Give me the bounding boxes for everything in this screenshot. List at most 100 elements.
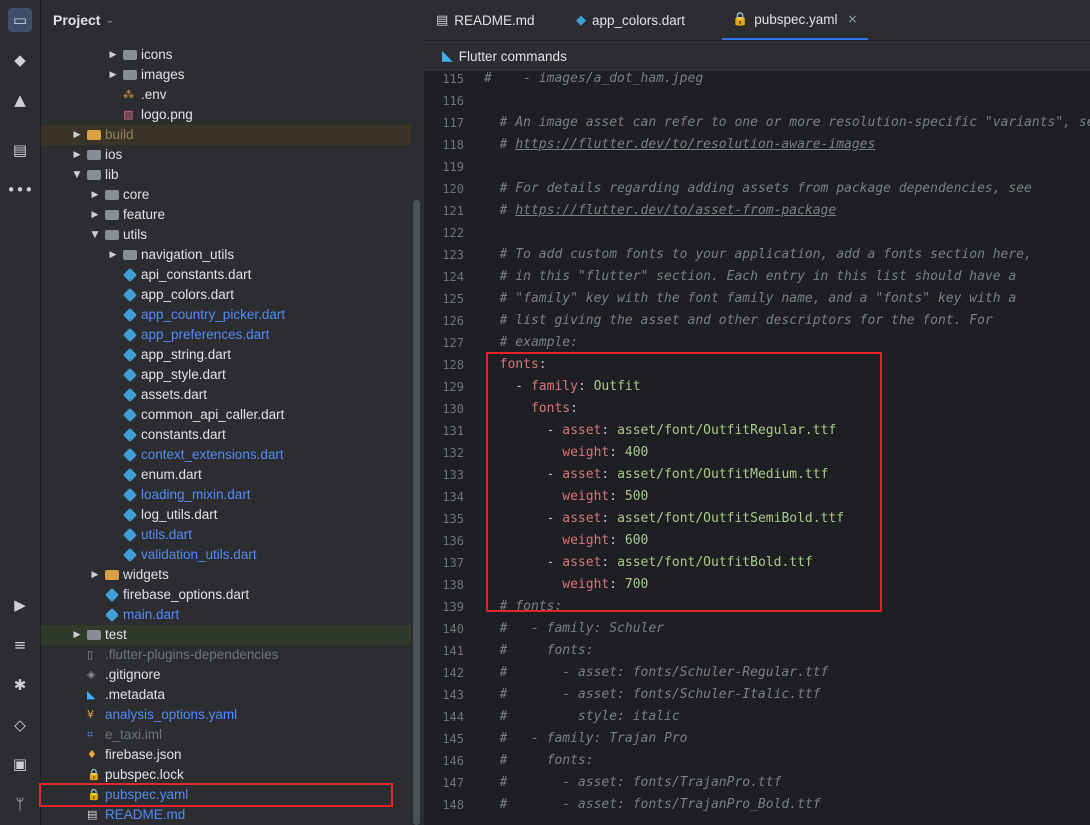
tree-item[interactable]: ▶ icons (41, 45, 411, 65)
tree-item-label: context_extensions.dart (141, 447, 284, 462)
tree-item[interactable]: log_utils.dart (41, 505, 411, 525)
run-icon[interactable]: ▶ (8, 593, 32, 617)
tree-item[interactable]: ▶ feature (41, 205, 411, 225)
code-line: # - family: Schuler (484, 618, 1090, 640)
flutter-commands-bar[interactable]: ◣ Flutter commands (424, 41, 1090, 71)
tab-readme-md[interactable]: ▤ README.md (436, 0, 535, 40)
tree-item[interactable]: app_string.dart (41, 345, 411, 365)
tree-item[interactable]: loading_mixin.dart (41, 485, 411, 505)
code-line: # To add custom fonts to your applicatio… (484, 244, 1090, 266)
chevron-right-icon[interactable]: ▶ (89, 205, 101, 225)
tree-item[interactable]: ▶ ios (41, 145, 411, 165)
chevron-down-icon[interactable]: ▼ (89, 225, 101, 245)
line-number: 128 (442, 358, 464, 372)
tab-label: README.md (454, 12, 535, 28)
tree-item-label: app_colors.dart (141, 287, 235, 302)
tab-app-colors-dart[interactable]: ◆ app_colors.dart (576, 0, 685, 40)
code-token: # in this "flutter" section. Each entry … (484, 269, 1017, 284)
project-panel: Project ⌄ ▶ icons ▶ images ⁂ .env ▨ logo.png ▶ bu… (41, 0, 423, 825)
chevron-right-icon[interactable]: ▶ (89, 185, 101, 205)
tree-item[interactable]: api_constants.dart (41, 265, 411, 285)
tree-item[interactable]: app_style.dart (41, 365, 411, 385)
gem-icon[interactable]: ◇ (8, 713, 32, 737)
tree-item[interactable]: ¥ analysis_options.yaml (41, 705, 411, 725)
tree-item[interactable]: app_preferences.dart (41, 325, 411, 345)
tree-item[interactable]: firebase_options.dart (41, 585, 411, 605)
chevron-right-icon[interactable]: ▶ (107, 45, 119, 65)
tree-item[interactable]: ▯ .flutter-plugins-dependencies (41, 645, 411, 665)
chevron-right-icon[interactable]: ▶ (107, 65, 119, 85)
tree-item[interactable]: context_extensions.dart (41, 445, 411, 465)
tree-item[interactable]: ◣ .metadata (41, 685, 411, 705)
project-header[interactable]: Project ⌄ (41, 0, 423, 40)
tree-item[interactable]: ▶ build (41, 125, 411, 145)
tree-item[interactable]: ▶ widgets (41, 565, 411, 585)
chevron-right-icon[interactable]: ▶ (89, 565, 101, 585)
editor-tabs: ▤ README.md ◆ app_colors.dart 🔒 pubspec.yaml × (424, 0, 1090, 41)
tree-item[interactable]: ⌗ e_taxi.iml (41, 725, 411, 745)
line-number: 141 (442, 644, 464, 658)
chevron-right-icon[interactable]: ▶ (71, 625, 83, 645)
tree-item[interactable]: utils.dart (41, 525, 411, 545)
close-icon[interactable]: × (847, 12, 857, 26)
folder-icon (123, 250, 137, 260)
chevron-right-icon[interactable]: ▶ (107, 245, 119, 265)
tree-item[interactable]: ▶ navigation_utils (41, 245, 411, 265)
tree-item[interactable]: assets.dart (41, 385, 411, 405)
line-number: 136 (442, 534, 464, 548)
tree-item[interactable]: ♦ firebase.json (41, 745, 411, 765)
chevron-down-icon[interactable]: ⌄ (105, 15, 113, 26)
tree-item-label: app_string.dart (141, 347, 232, 362)
tree-item[interactable]: constants.dart (41, 425, 411, 445)
tree-item[interactable]: app_country_picker.dart (41, 305, 411, 325)
debug-icon[interactable]: ✱ (8, 673, 32, 697)
tree-item[interactable]: ▶ test (41, 625, 411, 645)
tree-item[interactable]: validation_utils.dart (41, 545, 411, 565)
tree-item-label: app_style.dart (141, 367, 226, 382)
chevron-right-icon[interactable]: ▶ (71, 125, 83, 145)
tree-item[interactable]: ▨ logo.png (41, 105, 411, 125)
chevron-down-icon[interactable]: ▼ (71, 165, 83, 185)
lock-icon: 🔒 (87, 768, 101, 781)
project-icon[interactable]: ▭ (8, 8, 32, 32)
tree-item-label: analysis_options.yaml (105, 707, 238, 722)
tree-item-label: feature (123, 207, 166, 222)
git-icon[interactable]: ᛘ (8, 792, 32, 816)
tree-item[interactable]: ▶ core (41, 185, 411, 205)
tree-item[interactable]: common_api_caller.dart (41, 405, 411, 425)
tree-item[interactable]: app_colors.dart (41, 285, 411, 305)
env-icon: ⁂ (123, 88, 134, 101)
code-token: # fonts: (484, 643, 594, 658)
code-token: # - asset: fonts/Schuler-Regular.ttf (484, 665, 829, 680)
tree-item[interactable]: 🔒 pubspec.lock (41, 765, 411, 785)
tree-item[interactable]: ▤ README.md (41, 805, 411, 825)
tab-pubspec-yaml[interactable]: 🔒 pubspec.yaml × (722, 0, 868, 40)
terminal-icon[interactable]: ▣ (8, 752, 32, 776)
line-number: 143 (442, 688, 464, 702)
list-icon[interactable]: ≡ (8, 633, 32, 657)
tree-item[interactable]: ▼ lib (41, 165, 411, 185)
tree-item[interactable]: ▶ images (41, 65, 411, 85)
project-scrollbar[interactable] (413, 200, 420, 825)
tree-item-label: core (123, 187, 150, 202)
line-number: 122 (442, 226, 464, 240)
tree-item-label: main.dart (123, 607, 180, 622)
tree-item[interactable]: main.dart (41, 605, 411, 625)
tree-item-label: assets.dart (141, 387, 208, 402)
tree-item[interactable]: ⁂ .env (41, 85, 411, 105)
code-token: # To add custom fonts to your applicatio… (484, 247, 1032, 262)
tree-item[interactable]: ▼ utils (41, 225, 411, 245)
code-line: # https://flutter.dev/to/asset-from-pack… (484, 200, 1090, 222)
tree-item-label: images (141, 67, 185, 82)
code-token: # - images/a_dot_ham.jpeg (484, 71, 704, 86)
commit-icon[interactable]: ◆ (8, 48, 32, 72)
structure-icon[interactable]: ▲ (8, 88, 32, 112)
line-number: 127 (442, 336, 464, 350)
chevron-right-icon[interactable]: ▶ (71, 145, 83, 165)
layers-icon[interactable]: ▤ (8, 138, 32, 162)
tree-item[interactable]: ◈ .gitignore (41, 665, 411, 685)
tree-item[interactable]: enum.dart (41, 465, 411, 485)
code-token: # style: italic (484, 709, 680, 724)
more-icon[interactable]: ••• (7, 178, 34, 202)
